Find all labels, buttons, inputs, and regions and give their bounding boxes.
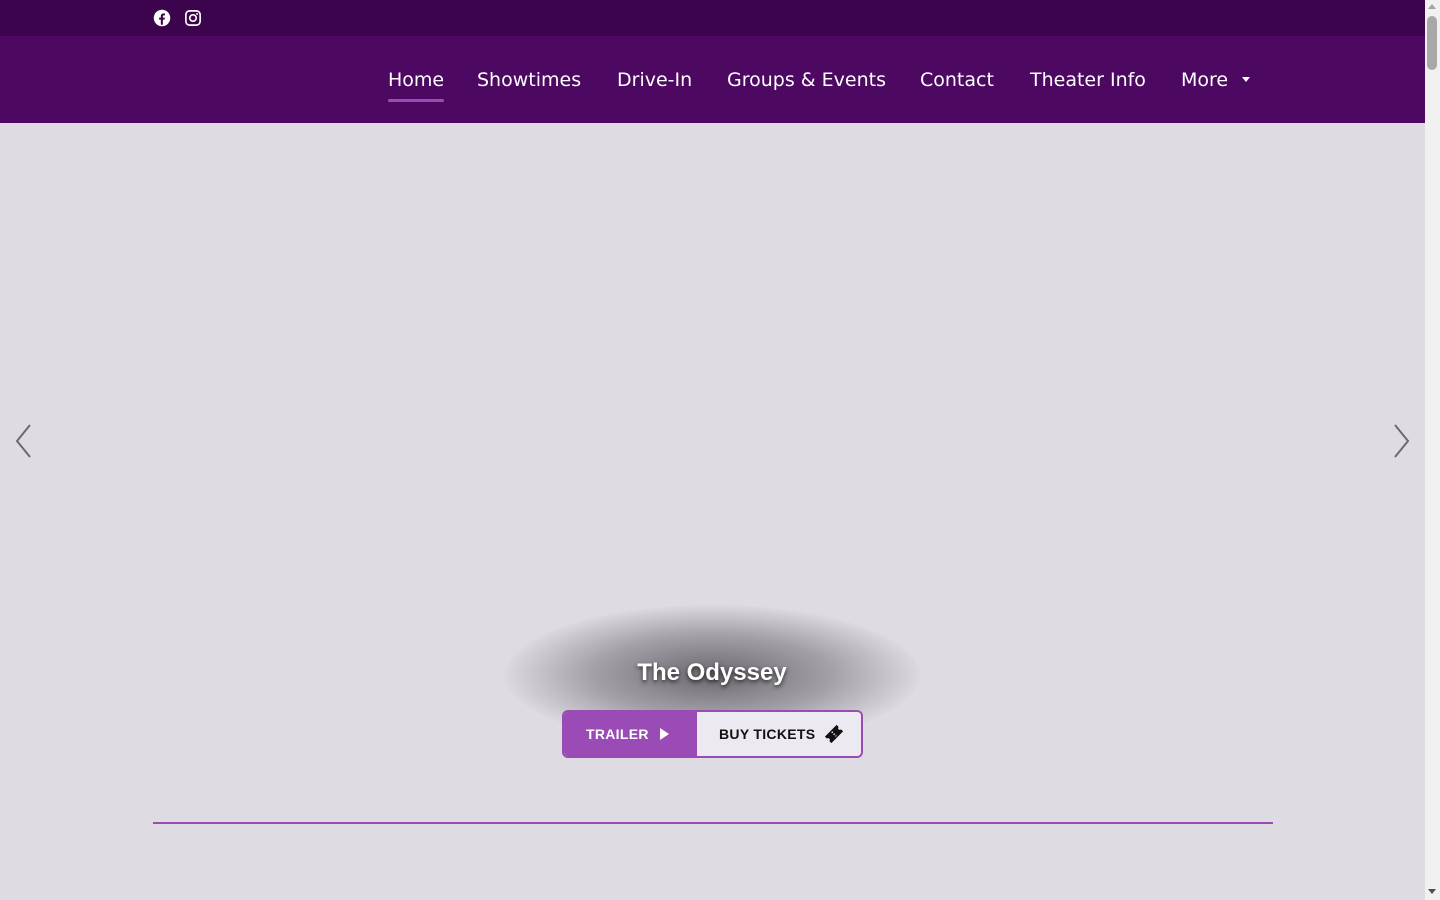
caret-down-icon[interactable] [1242,77,1250,82]
buy-tickets-button[interactable]: BUY TICKETS [697,712,861,756]
nav-item-contact[interactable]: Contact [920,67,994,97]
ticket-icon [823,723,845,745]
facebook-icon[interactable] [153,9,171,27]
chevron-right-icon[interactable] [1389,421,1413,461]
social-bar [0,0,1425,36]
section-divider [153,822,1273,824]
trailer-button[interactable]: TRAILER [564,712,697,756]
nav-item-more[interactable]: More [1181,67,1228,97]
buy-tickets-label: BUY TICKETS [719,726,816,742]
nav-item-home[interactable]: Home [388,67,445,102]
movie-title: The Odyssey [637,659,787,686]
nav-item-drive-in[interactable]: Drive-In [617,67,692,97]
nav-item-groups-events[interactable]: Groups & Events [727,67,886,97]
vertical-scrollbar[interactable] [1425,0,1440,900]
nav-item-showtimes[interactable]: Showtimes [477,67,581,97]
instagram-icon[interactable] [184,9,202,27]
trailer-label: TRAILER [586,726,649,742]
page: Home Showtimes Drive-In Groups & Events … [0,0,1425,900]
scroll-thumb[interactable] [1427,16,1437,70]
hero-button-group: TRAILER BUY TICKETS [562,710,863,758]
scroll-down-icon[interactable] [1428,889,1436,894]
chevron-left-icon[interactable] [12,421,36,461]
scroll-up-icon[interactable] [1428,4,1436,9]
main-nav: Home Showtimes Drive-In Groups & Events … [0,36,1425,123]
nav-item-theater-info[interactable]: Theater Info [1030,67,1146,97]
play-icon [659,728,669,740]
